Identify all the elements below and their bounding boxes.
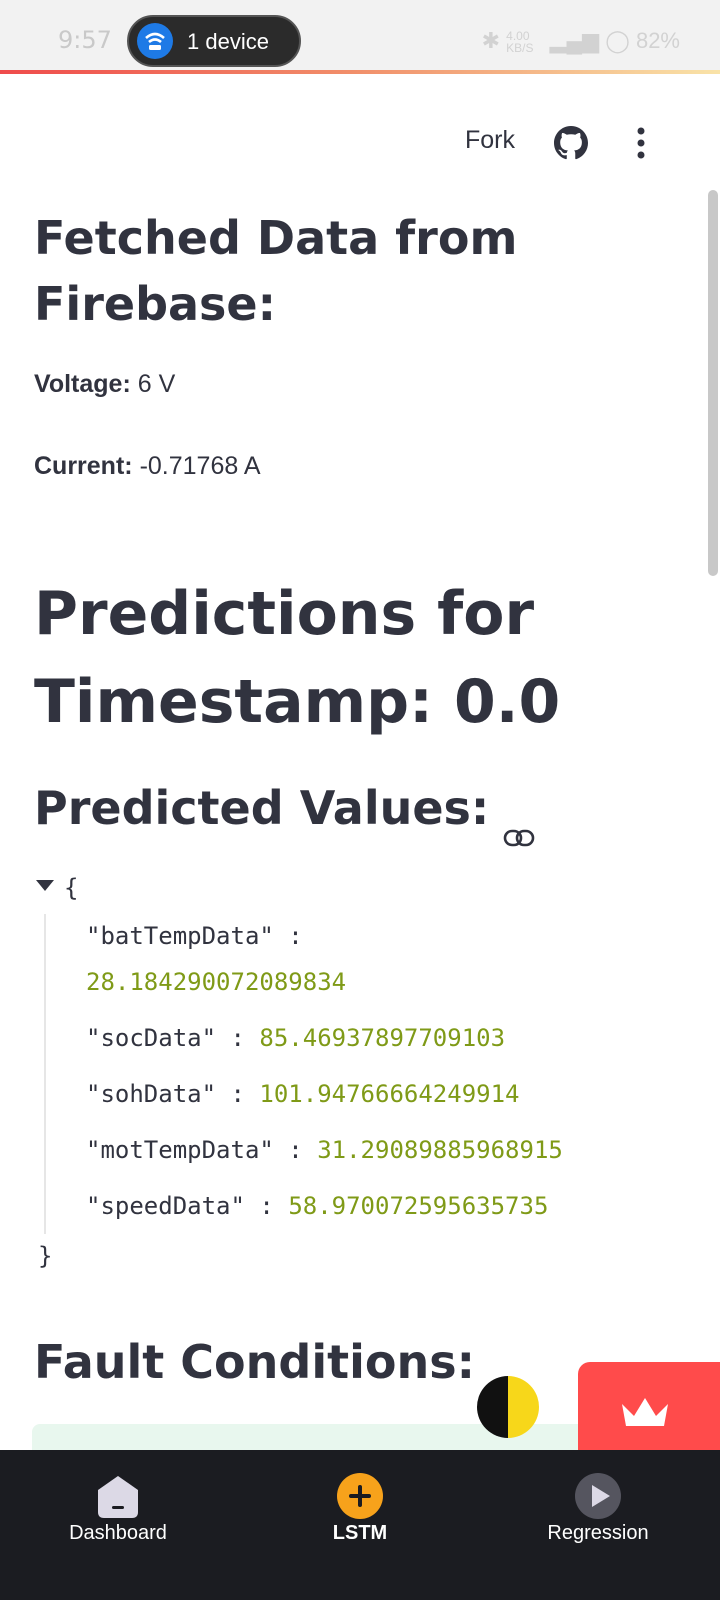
json-key: "motTempData" <box>86 1136 274 1164</box>
nav-label-dashboard: Dashboard <box>69 1522 167 1544</box>
crown-icon <box>622 1398 668 1426</box>
json-value: 31.29089885968915 <box>317 1136 563 1164</box>
net-speed: 4.00 KB/S <box>506 29 534 56</box>
dashboard-icon <box>94 1472 142 1520</box>
bluetooth-icon: ✱ <box>481 28 501 53</box>
json-value: 58.970072595635735 <box>288 1192 549 1220</box>
loading-bar <box>0 70 720 74</box>
status-icons: ✱ 4.00 KB/S ▂▄▆ ◯ 82% <box>482 28 680 54</box>
predictions-heading: Predictions for Timestamp: 0.0 <box>34 579 561 737</box>
json-key: "batTempData" <box>86 922 274 950</box>
voltage-label: Voltage: <box>34 370 131 398</box>
predicted-values-title: Predicted Values: <box>34 781 490 835</box>
github-icon[interactable] <box>554 126 588 160</box>
status-time: 9:57 <box>58 26 112 54</box>
scrollbar[interactable] <box>708 190 718 576</box>
json-key: "socData" <box>86 1024 217 1052</box>
json-entry-mottemp: "motTempData" : 31.29089885968915 <box>86 1136 563 1164</box>
predicted-values-heading: Predicted Values: <box>34 780 535 846</box>
current-label: Current: <box>34 452 133 480</box>
json-value: 101.94766664249914 <box>259 1080 520 1108</box>
nav-item-lstm[interactable]: LSTM <box>260 1450 460 1600</box>
nav-label-regression: Regression <box>547 1522 649 1544</box>
json-entry-speed: "speedData" : 58.970072595635735 <box>86 1192 549 1220</box>
fork-button[interactable]: Fork <box>465 126 515 155</box>
play-circle-icon <box>574 1472 622 1520</box>
user-avatar[interactable] <box>477 1376 539 1438</box>
signal-icon: ▂▄▆ <box>549 28 600 53</box>
json-indent-guide <box>44 914 46 1234</box>
nav-label-lstm: LSTM <box>332 1522 388 1544</box>
json-entry-battemp: "batTempData" : <box>86 922 303 950</box>
json-entry-soc: "socData" : 85.46937897709103 <box>86 1024 506 1052</box>
json-key: "sohData" <box>86 1080 217 1108</box>
json-value: 28.184290072089834 <box>86 968 347 996</box>
status-bar: 9:57 1 device ✱ 4.00 KB/S ▂▄▆ ◯ 82% <box>0 0 720 72</box>
link-icon[interactable] <box>503 803 535 846</box>
bottom-nav: Dashboard LSTM Regression <box>0 1450 720 1600</box>
json-close-brace: } <box>38 1242 53 1270</box>
voltage-row: Voltage: 6 V <box>34 370 175 399</box>
plus-circle-icon <box>336 1472 384 1520</box>
collapse-toggle-icon[interactable] <box>36 880 54 891</box>
json-entry-soh: "sohData" : 101.94766664249914 <box>86 1080 520 1108</box>
fetched-data-heading: Fetched Data from Firebase: <box>34 211 518 331</box>
current-row: Current: -0.71768 A <box>34 452 261 481</box>
json-open-brace: { <box>64 874 79 902</box>
more-menu-icon[interactable] <box>637 126 645 160</box>
nav-item-dashboard[interactable]: Dashboard <box>18 1450 218 1600</box>
device-pill[interactable]: 1 device <box>127 15 301 67</box>
fault-conditions-heading: Fault Conditions: <box>34 1335 475 1389</box>
json-entry-battemp-value: 28.184290072089834 <box>86 968 346 996</box>
streamlit-badge[interactable] <box>578 1362 720 1462</box>
wifi-icon <box>137 23 173 59</box>
voltage-value: 6 V <box>137 370 176 398</box>
json-key: "speedData" <box>86 1192 245 1220</box>
json-value: 85.46937897709103 <box>259 1024 506 1052</box>
battery-icon: ◯ <box>605 28 630 53</box>
nav-item-regression[interactable]: Regression <box>498 1450 698 1600</box>
device-pill-label: 1 device <box>187 29 269 54</box>
battery-level: 82% <box>635 28 680 53</box>
current-value: -0.71768 A <box>139 452 261 480</box>
